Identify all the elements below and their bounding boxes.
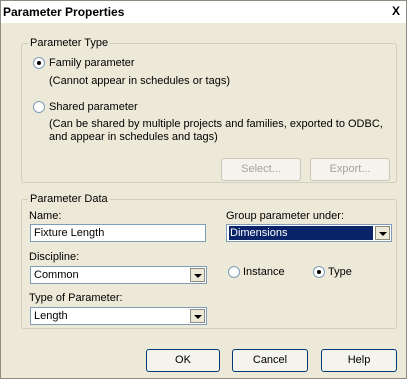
instance-radio[interactable] <box>228 266 240 278</box>
ok-button[interactable]: OK <box>146 349 220 372</box>
instance-label[interactable]: Instance <box>243 266 285 278</box>
help-button[interactable]: Help <box>321 349 397 372</box>
select-button[interactable]: Select... <box>221 158 301 181</box>
parameter-data-legend: Parameter Data <box>28 193 110 205</box>
parameter-data-group: Parameter Data Name: Fixture Length Disc… <box>21 193 397 329</box>
chevron-down-icon[interactable] <box>190 309 205 323</box>
family-parameter-label[interactable]: Family parameter <box>49 57 135 69</box>
type-of-parameter-label: Type of Parameter: <box>29 292 123 304</box>
name-input[interactable]: Fixture Length <box>30 224 206 242</box>
family-parameter-note: (Cannot appear in schedules or tags) <box>49 75 230 87</box>
type-of-parameter-value: Length <box>34 310 68 322</box>
chevron-down-icon[interactable] <box>190 268 205 282</box>
export-button[interactable]: Export... <box>310 158 390 181</box>
title-bar: Parameter Properties X <box>1 1 406 23</box>
group-parameter-dropdown[interactable]: Dimensions <box>226 224 392 242</box>
group-parameter-under-label: Group parameter under: <box>226 210 345 222</box>
close-icon[interactable]: X <box>389 4 403 18</box>
parameter-type-legend: Parameter Type <box>28 37 111 49</box>
type-label[interactable]: Type <box>328 266 352 278</box>
type-of-parameter-dropdown[interactable]: Length <box>30 307 207 325</box>
discipline-dropdown[interactable]: Common <box>30 266 207 284</box>
discipline-value: Common <box>34 269 79 281</box>
discipline-label: Discipline: <box>29 251 80 263</box>
dialog-title: Parameter Properties <box>3 5 125 19</box>
shared-parameter-radio[interactable] <box>33 101 45 113</box>
type-radio[interactable] <box>313 266 325 278</box>
family-parameter-radio[interactable] <box>33 57 45 69</box>
parameter-properties-dialog: Parameter Properties X Parameter Type Fa… <box>0 0 407 379</box>
cancel-button[interactable]: Cancel <box>232 349 308 372</box>
parameter-type-group: Parameter Type Family parameter (Cannot … <box>21 37 397 183</box>
chevron-down-icon[interactable] <box>375 226 390 240</box>
name-label: Name: <box>29 210 62 222</box>
shared-parameter-note: (Can be shared by multiple projects and … <box>49 118 383 143</box>
group-parameter-value: Dimensions <box>229 226 373 240</box>
shared-parameter-label[interactable]: Shared parameter <box>49 101 138 113</box>
